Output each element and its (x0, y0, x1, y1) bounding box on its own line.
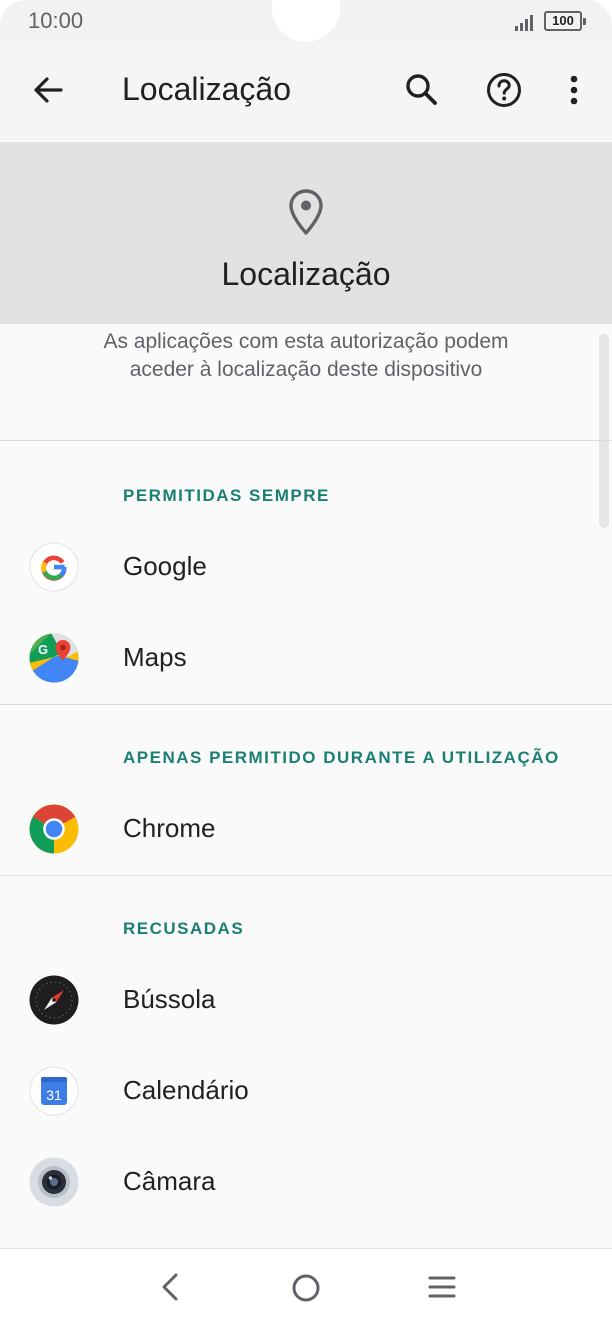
more-vert-icon (570, 75, 578, 105)
chrome-icon (29, 804, 79, 854)
section-title-while-using: APENAS PERMITIDO DURANTE A UTILIZAÇÃO (123, 748, 560, 767)
section-title-always: PERMITIDAS SEMPRE (123, 486, 330, 505)
app-label-calendar: Calendário (123, 1075, 249, 1105)
app-row-calendar[interactable]: 31 Calendário (0, 1047, 612, 1135)
google-icon (29, 542, 79, 592)
page-title: Localização (122, 71, 291, 107)
battery-icon: 100 (544, 11, 586, 31)
svg-text:G: G (38, 642, 48, 657)
more-options-button[interactable] (552, 68, 596, 112)
app-row-google[interactable]: Google (0, 523, 612, 611)
permission-description: As aplicações com esta autorização podem… (103, 330, 509, 381)
nav-back-icon[interactable] (152, 1269, 188, 1305)
app-label-camera: Câmara (123, 1166, 216, 1196)
screen: 10:00 100 Localização Localização As apl… (0, 0, 612, 1328)
maps-icon: G (29, 633, 79, 683)
app-row-chrome[interactable]: Chrome (0, 785, 612, 873)
section-title-denied: RECUSADAS (123, 919, 245, 938)
navigation-bar (0, 1248, 612, 1328)
compass-icon (29, 975, 79, 1025)
app-label-maps: Maps (123, 642, 187, 672)
help-button[interactable] (482, 68, 526, 112)
divider (0, 440, 612, 441)
calendar-icon: 31 (29, 1066, 79, 1116)
nav-recent-apps-icon[interactable] (424, 1269, 460, 1305)
search-button[interactable] (400, 68, 444, 112)
header-title: Localização (221, 256, 391, 292)
display-notch (272, 0, 340, 42)
back-button[interactable] (26, 68, 70, 112)
app-label-chrome: Chrome (123, 813, 216, 843)
battery-level: 100 (552, 13, 574, 28)
camera-icon (29, 1157, 79, 1207)
location-pin-icon (289, 189, 323, 235)
app-row-compass[interactable]: Bússola (0, 956, 612, 1044)
app-bar: Localização (0, 42, 612, 140)
app-row-camera[interactable]: Câmara (0, 1138, 612, 1226)
arrow-back-icon (34, 77, 63, 103)
status-bar: 10:00 100 (0, 0, 612, 42)
search-icon (406, 74, 437, 105)
calendar-day-number: 31 (46, 1087, 62, 1103)
nav-home-icon[interactable] (287, 1269, 325, 1307)
help-icon (487, 73, 521, 107)
app-row-maps[interactable]: G Maps (0, 614, 612, 702)
app-label-google: Google (123, 551, 207, 581)
scrollbar[interactable] (599, 334, 609, 528)
app-label-compass: Bússola (123, 984, 216, 1014)
divider (0, 875, 612, 876)
divider (0, 704, 612, 705)
status-time: 10:00 (28, 8, 84, 33)
signal-icon (515, 15, 533, 31)
